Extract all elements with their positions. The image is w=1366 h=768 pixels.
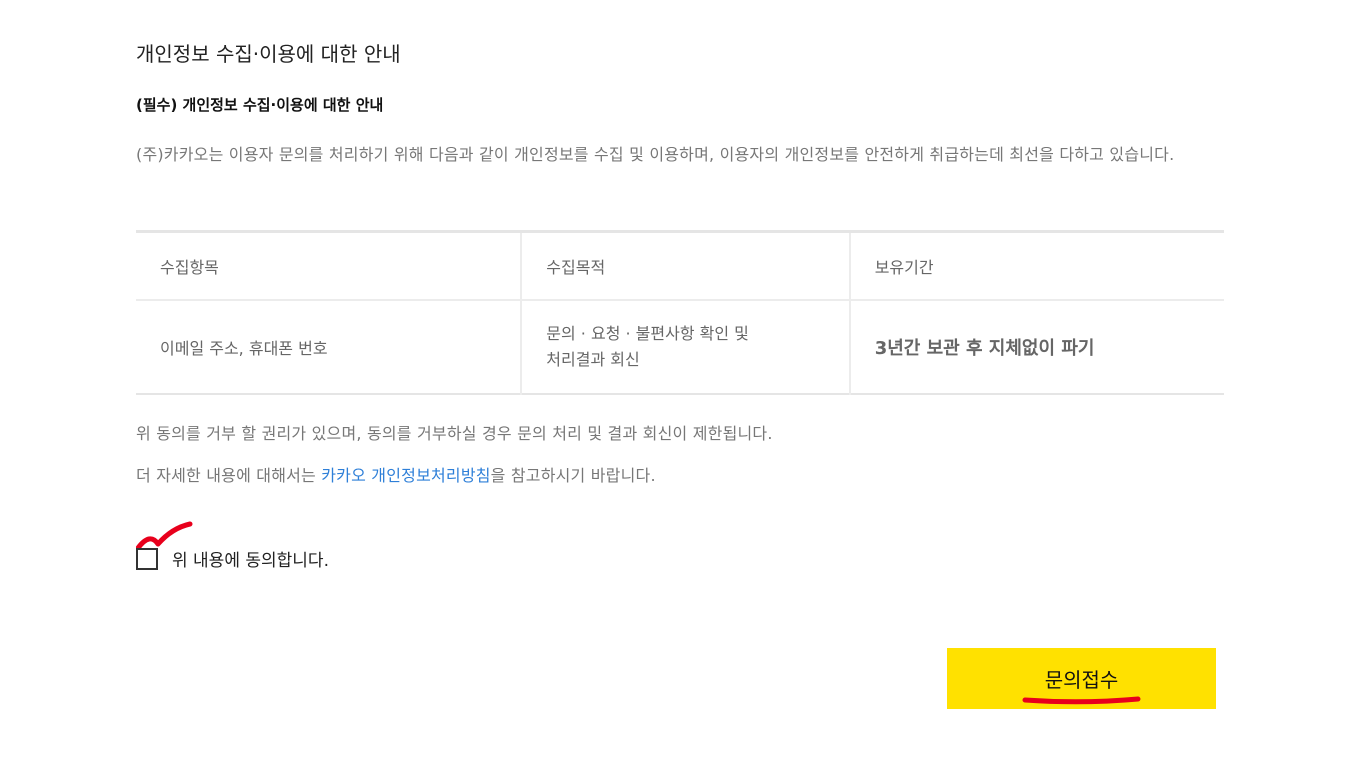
- cell-collected-items: 이메일 주소, 휴대폰 번호: [160, 339, 328, 358]
- header-retention-period: 보유기간: [848, 231, 1224, 301]
- agree-checkbox-row[interactable]: 위 내용에 동의합니다.: [136, 546, 329, 571]
- red-underline-annotation-icon: [1022, 696, 1141, 705]
- agree-checkbox[interactable]: [136, 547, 158, 570]
- privacy-info-table: 수집항목 수집목적 보유기간 이메일 주소, 휴대폰 번호 문의 · 요청 · …: [136, 230, 1224, 395]
- purpose-line-2: 처리결과 회신: [546, 350, 640, 369]
- header-purpose: 수집목적: [520, 231, 850, 301]
- header-collected-items: 수집항목: [136, 231, 522, 301]
- policy-notice: 더 자세한 내용에 대해서는 카카오 개인정보처리방침을 참고하시기 바랍니다.: [136, 462, 656, 486]
- purpose-line-1: 문의 · 요청 · 불편사항 확인 및: [546, 324, 749, 343]
- cell-purpose: 문의 · 요청 · 불편사항 확인 및 처리결과 회신: [520, 300, 850, 394]
- policy-notice-prefix: 더 자세한 내용에 대해서는: [136, 466, 322, 485]
- cell-retention-period: 3년간 보관 후 지체없이 파기: [848, 300, 1224, 394]
- refusal-notice: 위 동의를 거부 할 권리가 있으며, 동의를 거부하실 경우 문의 처리 및 …: [136, 424, 773, 443]
- table-header-row: 수집항목 수집목적 보유기간: [136, 231, 1224, 301]
- table-row: 이메일 주소, 휴대폰 번호 문의 · 요청 · 불편사항 확인 및 처리결과 …: [136, 300, 1224, 394]
- agree-label: 위 내용에 동의합니다.: [172, 551, 329, 571]
- section-subtitle: (필수) 개인정보 수집·이용에 대한 안내: [136, 96, 384, 114]
- privacy-description: (주)카카오는 이용자 문의를 처리하기 위해 다음과 같이 개인정보를 수집 …: [136, 145, 1175, 164]
- page-title: 개인정보 수집·이용에 대한 안내: [136, 42, 401, 66]
- policy-notice-suffix: 을 참고하시기 바랍니다.: [490, 466, 656, 485]
- privacy-policy-link[interactable]: 카카오 개인정보처리방침: [321, 466, 490, 485]
